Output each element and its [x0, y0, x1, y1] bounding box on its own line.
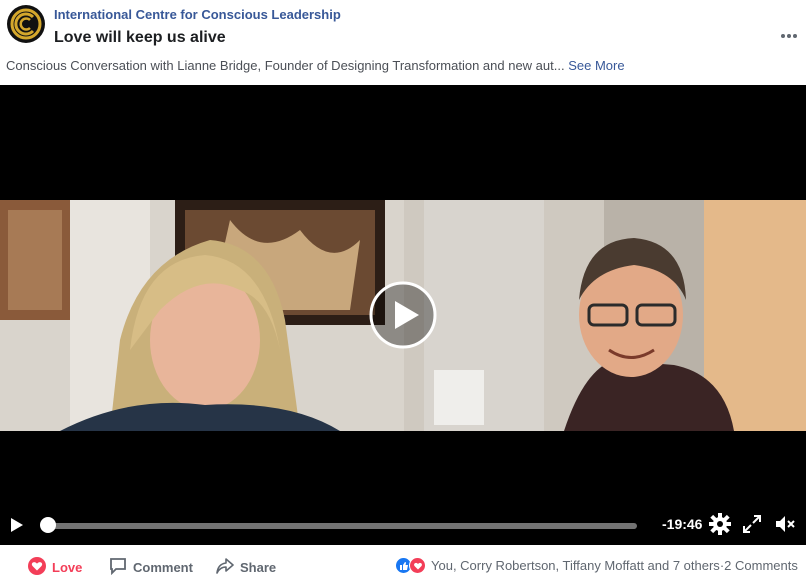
comment-icon	[109, 557, 127, 578]
love-button[interactable]: Love	[28, 557, 82, 578]
gear-icon[interactable]	[709, 513, 731, 535]
play-icon[interactable]	[10, 517, 24, 533]
reaction-icons[interactable]	[395, 557, 426, 574]
post-header: International Centre for Conscious Leade…	[0, 0, 806, 56]
video-controls: -19:46	[0, 509, 806, 545]
comment-label: Comment	[133, 560, 193, 575]
play-overlay-icon[interactable]	[369, 281, 437, 349]
time-remaining: -19:46	[662, 516, 703, 532]
mute-icon[interactable]	[774, 514, 796, 534]
see-more-link[interactable]: See More	[568, 58, 624, 73]
share-button[interactable]: Share	[216, 557, 276, 578]
reactors-text[interactable]: You, Corry Robertson, Tiffany Moffatt an…	[431, 558, 720, 573]
reactions-summary: You, Corry Robertson, Tiffany Moffatt an…	[395, 557, 798, 574]
page-name-link[interactable]: International Centre for Conscious Leade…	[54, 7, 341, 22]
post-actions: Love Comment Share You, Corry Robertson,…	[0, 555, 806, 583]
more-options-icon[interactable]	[780, 28, 798, 38]
share-label: Share	[240, 560, 277, 575]
progress-thumb[interactable]	[40, 517, 56, 533]
fullscreen-icon[interactable]	[743, 515, 761, 533]
page-logo[interactable]	[7, 5, 45, 43]
comment-button[interactable]: Comment	[109, 557, 193, 578]
post-description: Conscious Conversation with Lianne Bridg…	[6, 58, 625, 73]
comments-count[interactable]: 2 Comments	[724, 558, 798, 573]
progress-track[interactable]	[42, 523, 637, 529]
love-label: Love	[52, 560, 83, 575]
post-title: Love will keep us alive	[54, 29, 226, 46]
share-icon	[216, 557, 234, 578]
description-text: Conscious Conversation with Lianne Bridg…	[6, 58, 565, 73]
love-icon	[28, 557, 46, 578]
video-frame-guest	[0, 200, 404, 431]
love-reaction-icon	[409, 557, 426, 574]
video-frame-host	[404, 200, 806, 431]
video-player[interactable]: -19:46	[0, 85, 806, 545]
